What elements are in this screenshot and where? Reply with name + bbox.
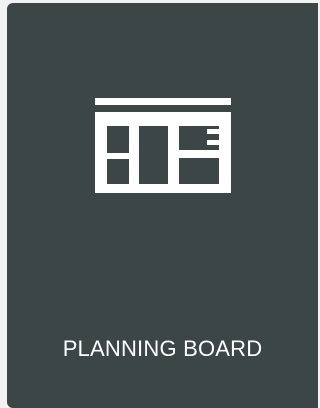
planning-board-icon	[95, 98, 231, 198]
planning-board-tile[interactable]: PLANNING BOARD	[7, 3, 318, 408]
tile-label: PLANNING BOARD	[62, 336, 263, 361]
